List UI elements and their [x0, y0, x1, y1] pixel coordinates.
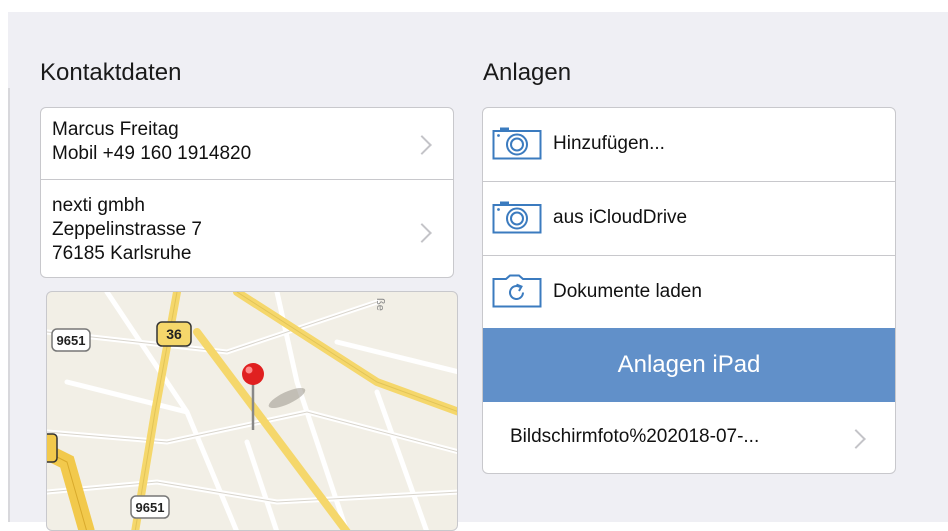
contact-name: Marcus Freitag — [52, 119, 179, 140]
chevron-right-icon — [846, 429, 866, 449]
map-graphic: 9651 36 9651 ße — [47, 292, 457, 530]
icloud-drive-button[interactable]: aus iCloudDrive — [483, 182, 895, 254]
add-attachment-label: Hinzufügen... — [553, 133, 665, 154]
svg-text:36: 36 — [166, 326, 182, 342]
company-street: Zeppelinstrasse 7 — [52, 219, 202, 240]
load-documents-button[interactable]: Dokumente laden — [483, 256, 895, 328]
road-shield-9651: 9651 — [51, 328, 91, 352]
camera-icon — [492, 201, 542, 234]
contact-section-title: Kontaktdaten — [40, 59, 182, 86]
add-attachment-button[interactable]: Hinzufügen... — [483, 108, 895, 180]
contact-person-row[interactable]: Marcus Freitag Mobil +49 160 1914820 — [41, 118, 453, 178]
attachment-file-row[interactable]: Bildschirmfoto%202018-07-... — [483, 402, 895, 473]
svg-text:9651: 9651 — [136, 500, 165, 515]
attachment-file-name: Bildschirmfoto%202018-07-... — [510, 426, 760, 447]
load-documents-label: Dokumente laden — [553, 281, 702, 302]
street-label: ße — [374, 298, 386, 311]
svg-text:9651: 9651 — [57, 333, 86, 348]
attachments-card: Hinzufügen... aus iCloudDrive Dokumente … — [482, 107, 896, 474]
attachments-group-header: Anlagen iPad — [483, 328, 895, 402]
road-shield-9651-lower: 9651 — [130, 495, 170, 519]
location-map[interactable]: 9651 36 9651 ße — [46, 291, 458, 531]
contact-phone: Mobil +49 160 1914820 — [52, 143, 252, 164]
camera-icon — [492, 127, 542, 160]
road-shield-36: 36 — [156, 321, 192, 347]
contact-card: Marcus Freitag Mobil +49 160 1914820 nex… — [40, 107, 454, 278]
company-city: 76185 Karlsruhe — [52, 243, 192, 264]
highway-shield — [47, 433, 58, 463]
icloud-drive-label: aus iCloudDrive — [553, 207, 688, 228]
company-name: nexti gmbh — [52, 195, 145, 216]
contact-address-row[interactable]: nexti gmbh Zeppelinstrasse 7 76185 Karls… — [41, 194, 453, 270]
attachments-section-title: Anlagen — [483, 59, 572, 86]
camera-rotate-icon — [492, 274, 542, 308]
row-separator — [41, 179, 453, 180]
left-divider — [8, 88, 10, 522]
